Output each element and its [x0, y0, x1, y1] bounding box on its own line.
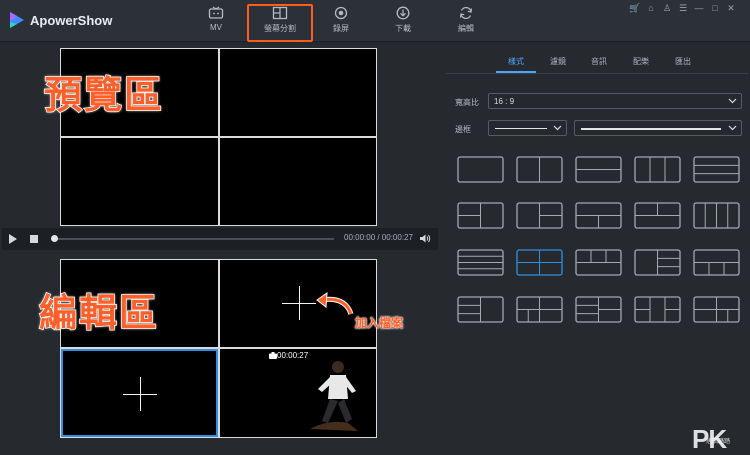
layout-template-10[interactable]: [693, 202, 740, 229]
tab-music[interactable]: 配樂: [633, 56, 649, 67]
layout-template-9[interactable]: [634, 202, 681, 229]
split-screen-icon: [272, 6, 288, 20]
menu-icon[interactable]: ☰: [677, 3, 689, 14]
edit-divider-v: [218, 260, 220, 437]
nav-mv[interactable]: MV: [186, 6, 246, 38]
progress-knob[interactable]: [51, 235, 58, 242]
bottom-bar: [0, 438, 750, 455]
record-icon: [334, 6, 348, 20]
title-bar: ApowerShow MV 螢幕分割 錄屏 下載 編輯 🛒 ⌂ ♙ ☰ — □ …: [0, 0, 750, 42]
layout-template-6[interactable]: [457, 202, 504, 229]
nav-download-label: 下載: [395, 24, 411, 33]
nav-mv-label: MV: [210, 23, 222, 32]
runner-figure-icon: [310, 361, 358, 431]
edit-area-annotation: 編輯區: [38, 292, 160, 336]
maximize-button[interactable]: □: [709, 3, 721, 13]
nav-record-label: 錄屏: [333, 24, 349, 33]
active-tab-indicator: [496, 71, 536, 73]
edit-cell-4-video[interactable]: [220, 349, 376, 437]
tab-export[interactable]: 匯出: [675, 56, 691, 67]
layout-template-13[interactable]: [575, 249, 622, 276]
chevron-down-icon: [728, 125, 737, 131]
download-icon: [396, 6, 410, 20]
tab-style[interactable]: 樣式: [508, 56, 524, 67]
border-style-sample: [495, 128, 547, 129]
progress-track[interactable]: [54, 238, 334, 240]
camera-icon: [269, 352, 277, 359]
refresh-icon: [459, 6, 473, 20]
aspect-ratio-label: 寬高比: [455, 98, 479, 107]
app-window: ApowerShow MV 螢幕分割 錄屏 下載 編輯 🛒 ⌂ ♙ ☰ — □ …: [0, 0, 750, 455]
layout-template-1[interactable]: [457, 156, 504, 183]
add-file-annotation: 加入檔案: [355, 316, 404, 330]
border-label: 邊框: [455, 125, 471, 134]
apowershow-logo-icon: [10, 12, 24, 28]
curved-arrow-icon: [316, 292, 354, 315]
close-button[interactable]: ✕: [725, 3, 737, 14]
aspect-ratio-select[interactable]: 16 : 9: [488, 93, 742, 109]
nav-convert-label: 編輯: [458, 24, 474, 33]
home-icon[interactable]: ⌂: [645, 3, 657, 13]
layout-template-3[interactable]: [575, 156, 622, 183]
layout-template-2[interactable]: [516, 156, 563, 183]
preview-cell-4-video: [220, 138, 376, 225]
settings-tabs: 樣式 濾鏡 音訊 配樂 匯出: [446, 50, 748, 74]
layout-template-14[interactable]: [634, 249, 681, 276]
playback-time: 00:00:00 / 00:00:27: [344, 233, 413, 242]
layout-template-11[interactable]: [457, 249, 504, 276]
minimize-button[interactable]: —: [693, 3, 705, 13]
nav-split-screen[interactable]: 螢幕分割: [247, 4, 313, 42]
preview-cell-2: [220, 49, 376, 136]
border-style-select[interactable]: [488, 120, 567, 136]
tv-icon: [208, 6, 224, 19]
watermark-text: 痞凱踏踏: [706, 439, 731, 445]
nav-convert[interactable]: 編輯: [436, 6, 496, 38]
edit-cell-3-selected[interactable]: [61, 349, 218, 437]
user-icon[interactable]: ♙: [661, 3, 673, 14]
layout-template-15[interactable]: [693, 249, 740, 276]
layout-template-5[interactable]: [693, 156, 740, 183]
chevron-down-icon: [728, 98, 737, 104]
layout-template-19[interactable]: [634, 296, 681, 323]
volume-icon[interactable]: [419, 233, 431, 244]
layout-template-4[interactable]: [634, 156, 681, 183]
clip-duration: 00:00:27: [277, 351, 309, 360]
nav-record[interactable]: 錄屏: [311, 6, 371, 38]
chevron-down-icon: [553, 125, 562, 131]
cart-icon[interactable]: 🛒: [629, 3, 641, 14]
player-bar: 00:00:00 / 00:00:27: [2, 228, 438, 250]
layout-template-12[interactable]: [516, 249, 563, 276]
preview-divider-v: [218, 49, 220, 225]
preview-cell-3: [61, 138, 218, 225]
preview-area-annotation: 預覽區: [43, 74, 165, 118]
layout-template-17[interactable]: [516, 296, 563, 323]
add-media-plus-icon[interactable]: [282, 286, 316, 320]
layout-template-7[interactable]: [516, 202, 563, 229]
tab-audio[interactable]: 音訊: [591, 56, 607, 67]
layout-template-16[interactable]: [457, 296, 504, 323]
aspect-ratio-value: 16 : 9: [494, 97, 515, 106]
layout-template-18[interactable]: [575, 296, 622, 323]
border-width-sample: [581, 128, 721, 130]
add-media-plus-icon[interactable]: [123, 377, 157, 411]
layout-template-20[interactable]: [693, 296, 740, 323]
stop-button[interactable]: [30, 235, 38, 243]
layout-template-8[interactable]: [575, 202, 622, 229]
app-name: ApowerShow: [30, 13, 113, 28]
tab-filter[interactable]: 濾鏡: [550, 56, 566, 67]
play-button[interactable]: [9, 234, 17, 244]
nav-download[interactable]: 下載: [373, 6, 433, 38]
border-width-select[interactable]: [574, 120, 742, 136]
nav-split-label: 螢幕分割: [264, 24, 296, 33]
